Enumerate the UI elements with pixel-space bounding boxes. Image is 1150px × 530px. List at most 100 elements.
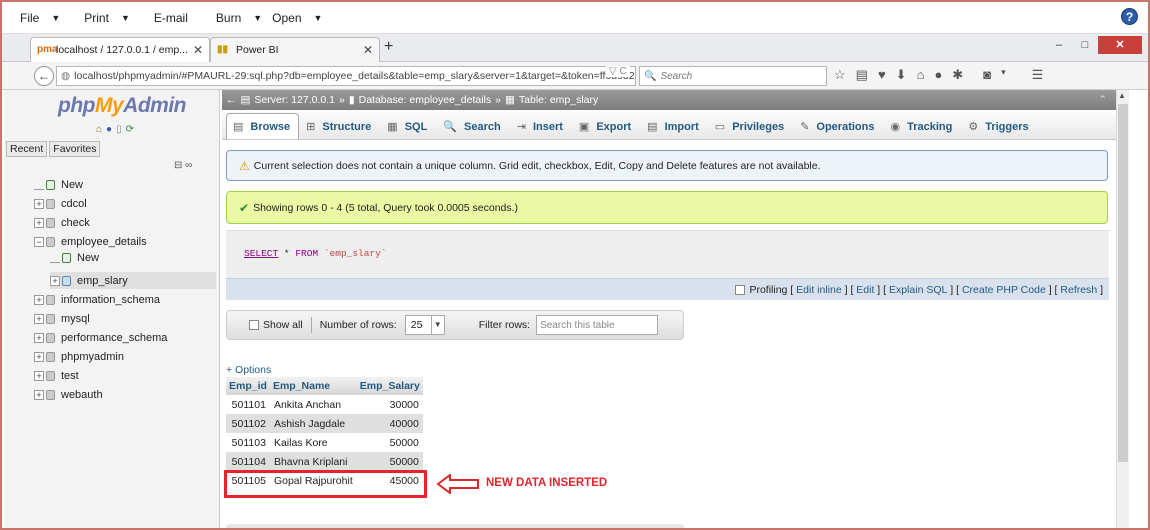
menu-email[interactable]: E-mail xyxy=(154,11,188,25)
new-tab-plus-icon[interactable]: + xyxy=(384,38,393,56)
options-link[interactable]: + Options xyxy=(226,364,271,376)
phpmyadmin-logo[interactable]: phpMyAdmin xyxy=(58,94,186,118)
breadcrumb-server[interactable]: Server: 127.0.0.1 xyxy=(254,94,335,106)
menu-file[interactable]: File ▼ xyxy=(20,11,66,25)
tab-tracking[interactable]: ◉ Tracking xyxy=(883,113,961,139)
tree-line-icon[interactable] xyxy=(50,253,60,263)
favorites-button[interactable]: Favorites xyxy=(49,141,101,157)
tab-phpmyadmin[interactable]: pma localhost / 127.0.0.1 / emp... ✕ xyxy=(30,37,210,62)
tree-item[interactable]: New xyxy=(50,252,99,264)
chevron-up-icon[interactable]: ▲ xyxy=(1118,91,1126,100)
close-icon[interactable]: ✕ xyxy=(363,43,373,57)
cell-emp-id[interactable]: 501104 xyxy=(226,452,270,471)
close-icon[interactable]: ✕ xyxy=(193,43,203,57)
chevron-up-icon[interactable]: ⌃ xyxy=(1098,94,1107,106)
cell-emp-salary[interactable]: 50000 xyxy=(356,452,423,471)
num-rows-select[interactable]: 25 ▼ xyxy=(404,315,445,335)
home-icon[interactable]: ⌂ xyxy=(96,124,102,135)
expand-plus-icon[interactable]: + xyxy=(34,333,44,343)
tab-export[interactable]: ▣ Export xyxy=(572,113,640,139)
menu-print[interactable]: Print ▼ xyxy=(84,11,136,25)
minimize-button[interactable]: – xyxy=(1046,36,1072,54)
breadcrumb-table[interactable]: Table: emp_slary xyxy=(519,94,598,106)
cell-emp-name[interactable]: Ashish Jagdale xyxy=(269,414,357,433)
tree-item[interactable]: + emp_slary xyxy=(50,272,216,289)
tab-import[interactable]: ▤ Import xyxy=(640,113,708,139)
tree-item[interactable]: − employee_details xyxy=(34,236,147,248)
tab-operations[interactable]: ✎ Operations xyxy=(793,113,883,139)
tree-item[interactable]: + check xyxy=(34,217,90,229)
tab-sql[interactable]: ▦ SQL xyxy=(380,113,436,139)
tab-browse[interactable]: ▤ Browse xyxy=(226,113,300,139)
info-icon[interactable]: ● xyxy=(106,124,112,135)
cell-emp-id[interactable]: 501102 xyxy=(226,414,270,433)
refresh-link[interactable]: Refresh xyxy=(1060,284,1097,296)
collapse-arrow-icon[interactable]: ← xyxy=(226,94,237,106)
cell-emp-id[interactable]: 501103 xyxy=(226,433,270,452)
back-arrow-icon[interactable]: ← xyxy=(34,66,54,86)
home-icon[interactable]: ⌂ xyxy=(917,67,925,83)
pocket-icon[interactable]: ♥ xyxy=(878,67,886,83)
tab-privileges[interactable]: ▭ Privileges xyxy=(708,113,793,139)
column-header-emp-id[interactable]: Emp_id xyxy=(226,377,270,395)
tree-item[interactable]: + test xyxy=(34,370,79,382)
filter-rows-input[interactable]: Search this table xyxy=(536,315,659,335)
help-icon[interactable]: ? xyxy=(1121,8,1138,25)
tree-item[interactable]: + cdcol xyxy=(34,198,87,210)
address-bar[interactable]: ◍ localhost/phpmyadmin/#PMAURL-29:sql.ph… xyxy=(56,66,636,86)
explain-sql-link[interactable]: Explain SQL xyxy=(889,284,947,296)
expand-plus-icon[interactable]: + xyxy=(34,218,44,228)
menu-burn[interactable]: Burn ▼ xyxy=(216,11,268,25)
recent-button[interactable]: Recent xyxy=(6,141,48,157)
chevron-down-icon[interactable]: ▾ xyxy=(1001,67,1006,83)
column-header-emp-salary[interactable]: Emp_Salary xyxy=(356,377,423,395)
edit-inline-link[interactable]: Edit inline xyxy=(796,284,842,296)
show-all-checkbox[interactable] xyxy=(249,320,259,330)
expand-plus-icon[interactable]: + xyxy=(34,371,44,381)
profiling-checkbox[interactable] xyxy=(735,284,746,295)
window-close-button[interactable]: ✕ xyxy=(1098,36,1142,54)
tree-item[interactable]: + phpmyadmin xyxy=(34,351,124,363)
tree-item[interactable]: + information_schema xyxy=(34,294,160,306)
expand-plus-icon[interactable]: + xyxy=(34,295,44,305)
settings-icon[interactable]: ⟳ xyxy=(126,124,134,135)
hamburger-menu-icon[interactable]: ☰ xyxy=(1032,67,1044,83)
scrollbar-thumb[interactable] xyxy=(1118,104,1128,462)
create-php-code-link[interactable]: Create PHP Code xyxy=(962,284,1046,296)
star-icon[interactable]: ☆ xyxy=(834,67,846,83)
download-icon[interactable]: ⬇ xyxy=(896,67,907,83)
cell-emp-name[interactable]: Ankita Anchan xyxy=(269,395,357,414)
tree-item[interactable]: + webauth xyxy=(34,389,103,401)
cell-emp-name[interactable]: Bhavna Kriplani xyxy=(269,452,357,471)
chat-icon[interactable]: ● xyxy=(934,67,942,83)
collapse-link-icons[interactable]: ⊟ ∞ xyxy=(174,160,192,171)
expand-plus-icon[interactable]: + xyxy=(34,390,44,400)
vertical-scrollbar[interactable]: ▲ xyxy=(1116,90,1129,528)
tree-item[interactable]: + mysql xyxy=(34,313,90,325)
extension-icon[interactable]: ✱ xyxy=(952,67,963,83)
browser-search-input[interactable]: 🔍 Search xyxy=(639,66,827,86)
tree-item[interactable]: + performance_schema xyxy=(34,332,167,344)
cell-emp-name[interactable]: Kailas Kore xyxy=(269,433,357,452)
docs-icon[interactable]: ▯ xyxy=(116,124,122,135)
sql-select[interactable]: SELECT xyxy=(244,248,278,259)
expand-plus-icon[interactable]: + xyxy=(34,314,44,324)
tab-power-bi[interactable]: ▮▮ Power BI ✕ xyxy=(210,37,380,62)
expand-plus-icon[interactable]: − xyxy=(34,237,44,247)
cell-emp-salary[interactable]: 50000 xyxy=(356,433,423,452)
expand-plus-icon[interactable]: + xyxy=(34,352,44,362)
tree-line-icon[interactable] xyxy=(34,180,44,190)
tab-insert[interactable]: ⇥ Insert xyxy=(510,113,572,139)
column-header-emp-name[interactable]: Emp_Name xyxy=(269,377,357,395)
cell-emp-salary[interactable]: 30000 xyxy=(356,395,423,414)
tab-search[interactable]: 🔍 Search xyxy=(436,113,509,139)
expand-plus-icon[interactable]: + xyxy=(34,199,44,209)
expand-plus-icon[interactable]: + xyxy=(50,275,60,286)
edit-link[interactable]: Edit xyxy=(856,284,874,296)
screenshot-icon[interactable]: ◙ xyxy=(983,67,991,83)
maximize-button[interactable]: □ xyxy=(1072,36,1098,54)
breadcrumb-database[interactable]: Database: employee_details xyxy=(359,94,492,106)
menu-open[interactable]: Open ▼ xyxy=(272,11,328,25)
cell-emp-salary[interactable]: 40000 xyxy=(356,414,423,433)
tree-item[interactable]: New xyxy=(34,179,83,191)
